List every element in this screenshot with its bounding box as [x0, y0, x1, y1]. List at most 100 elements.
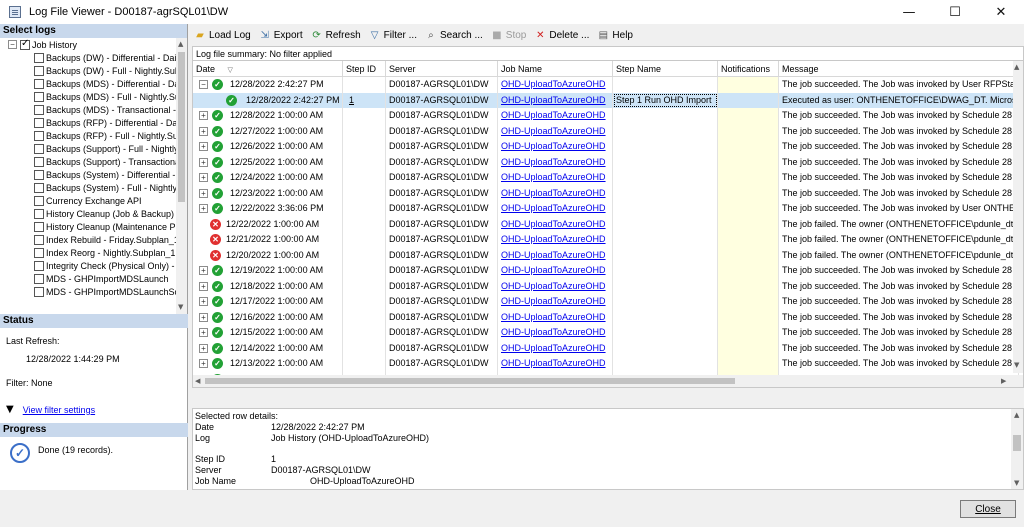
cell-job-name[interactable]: OHD-UploadToAzureOHD	[498, 77, 613, 93]
tree-item[interactable]: Backups (MDS) - Transactional -	[0, 103, 176, 116]
cell-job-name-text[interactable]: OHD-UploadToAzureOHD	[501, 250, 606, 260]
expand-icon[interactable]: +	[199, 281, 208, 291]
cell-job-name[interactable]: OHD-UploadToAzureOHD	[498, 294, 613, 310]
cell-job-name-text[interactable]: OHD-UploadToAzureOHD	[501, 296, 606, 306]
cell-step-id[interactable]	[343, 123, 386, 139]
column-header-step-id[interactable]: Step ID	[343, 61, 386, 77]
cell-job-name[interactable]: OHD-UploadToAzureOHD	[498, 170, 613, 186]
tree-item-checkbox[interactable]	[34, 169, 44, 180]
details-scroll-up-icon[interactable]: ▲	[1014, 411, 1019, 419]
cell-job-name-text[interactable]: OHD-UploadToAzureOHD	[501, 343, 606, 353]
tree-item[interactable]: Backups (DW) - Differential - Daily	[0, 51, 176, 64]
cell-server[interactable]: D00187-AGRSQL01\DW	[386, 201, 498, 217]
cell-date[interactable]: + ✓ 12/15/2022 1:00:00 AM	[193, 325, 343, 341]
cell-date[interactable]: + ✓ 12/18/2022 1:00:00 AM	[193, 278, 343, 294]
cell-step-name[interactable]	[613, 294, 718, 310]
tree-item-checkbox[interactable]	[34, 286, 44, 297]
cell-step-id[interactable]	[343, 356, 386, 372]
maximize-button[interactable]: ☐	[932, 0, 978, 24]
expand-icon[interactable]: +	[199, 266, 208, 276]
cell-step-id[interactable]	[343, 170, 386, 186]
cell-step-id[interactable]	[343, 294, 386, 310]
tree-item-checkbox[interactable]	[34, 104, 44, 115]
cell-date[interactable]: + ✓ 12/17/2022 1:00:00 AM	[193, 294, 343, 310]
grid-scroll-down-icon[interactable]: ▼	[1014, 361, 1019, 369]
column-header-date[interactable]: Date ▽	[193, 61, 343, 77]
grid-horizontal-scrollbar[interactable]: ◀ ▶	[193, 375, 1023, 387]
cell-message[interactable]: The job succeeded. The Job was invoked b…	[779, 139, 1019, 155]
cell-job-name-text[interactable]: OHD-UploadToAzureOHD	[501, 172, 606, 182]
cell-step-id[interactable]	[343, 216, 386, 232]
cell-date[interactable]: + ✓ 12/23/2022 1:00:00 AM	[193, 185, 343, 201]
cell-date[interactable]: + ✓ 12/14/2022 1:00:00 AM	[193, 340, 343, 356]
cell-date[interactable]: + ✓ 12/28/2022 1:00:00 AM	[193, 108, 343, 124]
cell-step-id[interactable]	[343, 139, 386, 155]
expand-icon[interactable]: +	[199, 173, 208, 183]
table-row[interactable]: + ✓ 12/13/2022 1:00:00 AM D00187-AGRSQL01\D…	[193, 356, 1019, 372]
cell-step-id[interactable]	[343, 247, 386, 263]
cell-job-name-text[interactable]: OHD-UploadToAzureOHD	[501, 157, 606, 167]
column-header-server[interactable]: Server	[386, 61, 498, 77]
tree-item[interactable]: Backups (Support) - Transactional	[0, 155, 176, 168]
tree-item[interactable]: History Cleanup (Job & Backup) -	[0, 207, 176, 220]
scroll-up-arrow-icon[interactable]: ▲	[178, 40, 183, 48]
expand-icon[interactable]: +	[199, 343, 208, 353]
cell-date[interactable]: ✕ 12/21/2022 1:00:00 AM	[193, 232, 343, 248]
export-button[interactable]: ⇲ Export	[259, 29, 303, 41]
cell-job-name[interactable]: OHD-UploadToAzureOHD	[498, 123, 613, 139]
cell-step-name[interactable]	[613, 77, 718, 93]
cell-job-name-text[interactable]: OHD-UploadToAzureOHD	[501, 188, 606, 198]
cell-job-name[interactable]: OHD-UploadToAzureOHD	[498, 139, 613, 155]
grid-scroll-left-icon[interactable]: ◀	[195, 377, 200, 385]
table-row[interactable]: + ✓ 12/16/2022 1:00:00 AM D00187-AGRSQL01\D…	[193, 309, 1019, 325]
cell-message[interactable]: The job succeeded. The Job was invoked b…	[779, 278, 1019, 294]
cell-date[interactable]: + ✓ 12/16/2022 1:00:00 AM	[193, 309, 343, 325]
cell-job-name-text[interactable]: OHD-UploadToAzureOHD	[501, 281, 606, 291]
tree-item[interactable]: Index Reorg - Nightly.Subplan_1	[0, 246, 176, 259]
cell-job-name[interactable]: OHD-UploadToAzureOHD	[498, 232, 613, 248]
cell-notifications[interactable]	[718, 139, 779, 155]
table-row[interactable]: + ✓ 12/27/2022 1:00:00 AM D00187-AGRSQL01\D…	[193, 123, 1019, 139]
cell-message[interactable]: The job failed. The owner (ONTHENETOFFIC…	[779, 216, 1019, 232]
cell-server[interactable]: D00187-AGRSQL01\DW	[386, 309, 498, 325]
cell-server[interactable]: D00187-AGRSQL01\DW	[386, 216, 498, 232]
expand-icon[interactable]: +	[199, 111, 208, 121]
cell-job-name[interactable]: OHD-UploadToAzureOHD	[498, 325, 613, 341]
tree-item-checkbox[interactable]	[34, 91, 44, 102]
cell-server[interactable]: D00187-AGRSQL01\DW	[386, 356, 498, 372]
cell-server[interactable]: D00187-AGRSQL01\DW	[386, 108, 498, 124]
table-row[interactable]: + ✓ 12/17/2022 1:00:00 AM D00187-AGRSQL01\D…	[193, 294, 1019, 310]
cell-step-id[interactable]	[343, 185, 386, 201]
cell-message[interactable]: The job succeeded. The Job was invoked b…	[779, 294, 1019, 310]
cell-job-name[interactable]: OHD-UploadToAzureOHD	[498, 92, 613, 108]
cell-server[interactable]: D00187-AGRSQL01\DW	[386, 232, 498, 248]
cell-notifications[interactable]	[718, 325, 779, 341]
cell-server[interactable]: D00187-AGRSQL01\DW	[386, 340, 498, 356]
table-row[interactable]: + ✓ 12/19/2022 1:00:00 AM D00187-AGRSQL01\D…	[193, 263, 1019, 279]
table-row[interactable]: + ✓ 12/14/2022 1:00:00 AM D00187-AGRSQL01\D…	[193, 340, 1019, 356]
cell-notifications[interactable]	[718, 278, 779, 294]
cell-date[interactable]: + ✓ 12/13/2022 1:00:00 AM	[193, 356, 343, 372]
cell-step-name[interactable]	[613, 232, 718, 248]
tree-item[interactable]: Currency Exchange API	[0, 194, 176, 207]
tree-item[interactable]: Backups (Support) - Full - Nightly	[0, 142, 176, 155]
cell-notifications[interactable]	[718, 170, 779, 186]
scroll-down-arrow-icon[interactable]: ▼	[178, 303, 183, 311]
cell-server[interactable]: D00187-AGRSQL01\DW	[386, 170, 498, 186]
expand-icon[interactable]: +	[199, 126, 208, 136]
cell-server[interactable]: D00187-AGRSQL01\DW	[386, 139, 498, 155]
expand-icon[interactable]: +	[199, 142, 208, 152]
cell-server[interactable]: D00187-AGRSQL01\DW	[386, 123, 498, 139]
cell-step-name[interactable]	[613, 185, 718, 201]
cell-server[interactable]: D00187-AGRSQL01\DW	[386, 278, 498, 294]
cell-step-id[interactable]	[343, 278, 386, 294]
cell-server[interactable]: D00187-AGRSQL01\DW	[386, 92, 498, 108]
cell-server[interactable]: D00187-AGRSQL01\DW	[386, 77, 498, 93]
cell-step-name[interactable]: Step 1 Run OHD Import	[613, 92, 718, 108]
tree-root-job-history[interactable]: − Job History	[0, 38, 176, 51]
cell-server[interactable]: D00187-AGRSQL01\DW	[386, 247, 498, 263]
cell-job-name[interactable]: OHD-UploadToAzureOHD	[498, 247, 613, 263]
cell-step-name[interactable]	[613, 123, 718, 139]
cell-job-name-text[interactable]: OHD-UploadToAzureOHD	[501, 219, 606, 229]
cell-step-name[interactable]	[613, 247, 718, 263]
